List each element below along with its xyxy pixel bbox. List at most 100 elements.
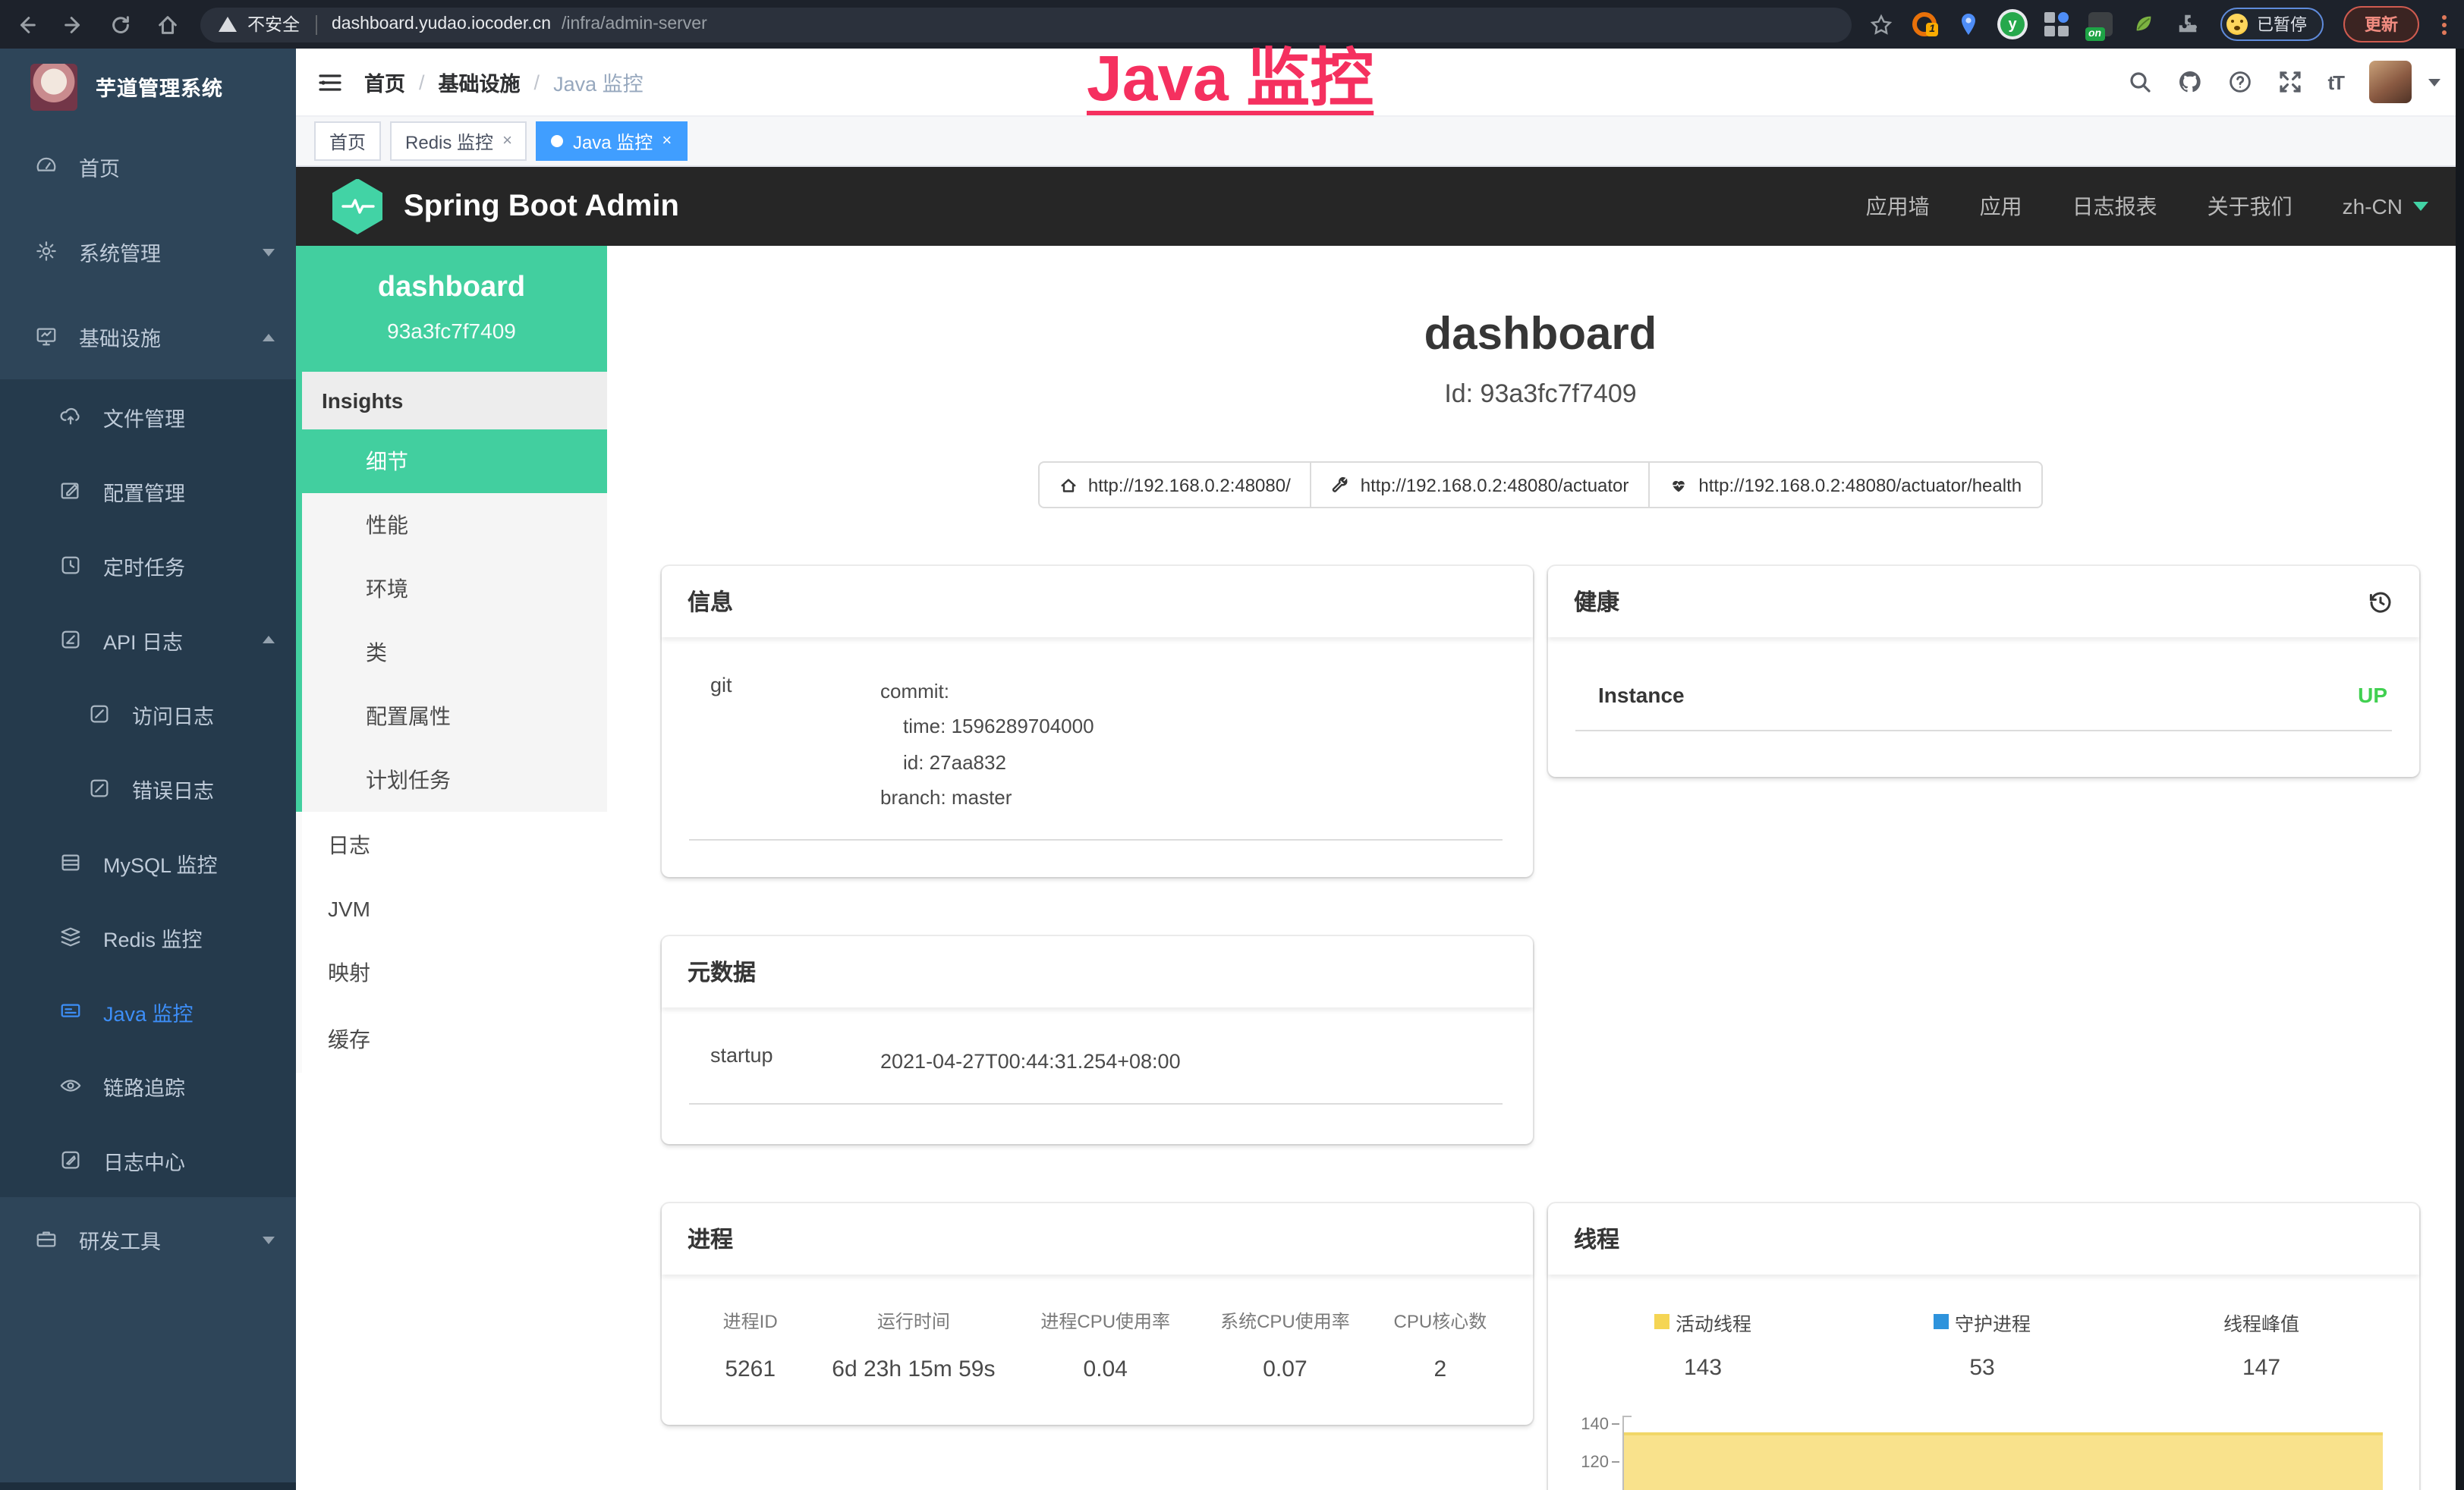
sba-item-caches[interactable]: 缓存: [296, 1006, 607, 1073]
sba-nav-applications[interactable]: 应用: [1980, 191, 2022, 222]
sba-item-mappings[interactable]: 映射: [296, 939, 607, 1006]
caret-down-icon: [2413, 202, 2428, 211]
sidebar-item-infra[interactable]: 基础设施: [0, 294, 296, 379]
system-cpu-value: 0.07: [1195, 1356, 1375, 1382]
sba-item-classes[interactable]: 类: [302, 621, 607, 684]
sba-app-name: dashboard: [305, 272, 598, 305]
startup-value: 2021-04-27T00:44:31.254+08:00: [880, 1043, 1181, 1080]
extension-grid-icon[interactable]: [2044, 12, 2069, 36]
extension-orange-icon[interactable]: 1: [1912, 12, 1937, 36]
screen: 不安全 dashboard.yudao.iocoder.cn/infra/adm…: [0, 0, 2464, 1490]
sidebar-item-mysql-monitor[interactable]: MySQL 监控: [0, 825, 296, 900]
startup-row: startup 2021-04-27T00:44:31.254+08:00: [689, 1040, 1503, 1105]
live-threads-area-series: [1624, 1432, 2383, 1490]
sidebar-item-file-management[interactable]: 文件管理: [0, 379, 296, 454]
window-right-edge: [2456, 49, 2464, 1490]
sidebar-fold-icon[interactable]: [317, 69, 343, 95]
spring-boot-admin: Spring Boot Admin 应用墙 应用 日志报表 关于我们 zh-CN: [296, 167, 2464, 1490]
sba-header: Spring Boot Admin 应用墙 应用 日志报表 关于我们 zh-CN: [296, 167, 2464, 246]
sidebar-item-dev-tools[interactable]: 研发工具: [0, 1197, 296, 1282]
blue-swatch-icon: [1934, 1315, 1949, 1330]
extensions-puzzle-icon[interactable]: [2176, 12, 2201, 36]
fullscreen-icon[interactable]: [2277, 70, 2302, 94]
forward-icon[interactable]: [62, 13, 85, 36]
help-circle-icon[interactable]: [2227, 70, 2252, 94]
eye-icon: [59, 1073, 83, 1098]
sidebar-item-log-center[interactable]: 日志中心: [0, 1123, 296, 1197]
close-tag-icon[interactable]: ×: [502, 132, 512, 150]
sba-nav-about[interactable]: 关于我们: [2208, 191, 2292, 222]
chevron-down-icon: [263, 1236, 275, 1243]
monitor-icon: [35, 325, 59, 349]
sidebar-item-scheduled-jobs[interactable]: 定时任务: [0, 528, 296, 602]
sidebar-item-system[interactable]: 系统管理: [0, 209, 296, 294]
pencil-square-icon: [59, 1148, 83, 1172]
threads-legend: 活动线程 143 守护进程 53 线程峰值: [1563, 1308, 2401, 1381]
bookmark-star-icon[interactable]: [1870, 13, 1893, 36]
tag-redis-monitor[interactable]: Redis 监控 ×: [390, 121, 527, 161]
extension-dark-icon[interactable]: on: [2088, 12, 2113, 36]
extension-y-icon[interactable]: y: [2000, 12, 2025, 36]
user-avatar[interactable]: [2369, 61, 2412, 103]
instance-health-row: Instance UP: [1575, 677, 2392, 731]
sba-item-config-props[interactable]: 配置属性: [302, 684, 607, 748]
sba-item-logs[interactable]: 日志: [296, 812, 607, 879]
extension-pin-icon[interactable]: [1956, 12, 1981, 36]
search-icon[interactable]: [2127, 70, 2151, 94]
avatar-caret-down-icon[interactable]: [2428, 78, 2440, 86]
process-table-header: 进程ID 运行时间 进程CPU使用率 系统CPU使用率 CPU核心数: [689, 1308, 1506, 1334]
sba-item-jvm[interactable]: JVM: [296, 879, 607, 939]
health-card-title: 健康: [1574, 586, 1619, 618]
reload-icon[interactable]: [109, 13, 132, 36]
back-icon[interactable]: [15, 13, 38, 36]
close-tag-icon[interactable]: ×: [662, 132, 672, 150]
sidebar-item-access-logs[interactable]: 访问日志: [0, 677, 296, 751]
sidebar-item-error-logs[interactable]: 错误日志: [0, 751, 296, 825]
address-bar[interactable]: 不安全 dashboard.yudao.iocoder.cn/infra/adm…: [200, 7, 1852, 42]
chevron-down-icon: [263, 248, 275, 256]
endpoint-health-button[interactable]: http://192.168.0.2:48080/actuator/health: [1648, 461, 2043, 508]
gear-icon: [35, 240, 59, 264]
breadcrumb-home[interactable]: 首页: [364, 67, 405, 97]
app-logo-row[interactable]: 芋道管理系统: [0, 49, 296, 124]
threads-area-chart: 140 120 100: [1563, 1407, 2401, 1490]
sba-locale-select[interactable]: zh-CN: [2343, 194, 2428, 218]
tag-java-monitor[interactable]: Java 监控 ×: [537, 121, 687, 161]
sidebar-item-tracing[interactable]: 链路追踪: [0, 1048, 296, 1123]
update-button[interactable]: 更新: [2343, 6, 2419, 42]
cloud-upload-icon: [59, 404, 83, 429]
sidebar-item-home[interactable]: 首页: [0, 124, 296, 209]
endpoint-actuator-button[interactable]: http://192.168.0.2:48080/actuator: [1311, 461, 1651, 508]
sidebar-item-config-management[interactable]: 配置管理: [0, 454, 296, 528]
edit-icon: [59, 479, 83, 503]
sba-item-environment[interactable]: 环境: [302, 557, 607, 621]
paused-extension-pill[interactable]: 已暂停: [2220, 8, 2324, 41]
home-icon[interactable]: [156, 13, 179, 36]
extension-leaf-icon[interactable]: [2132, 12, 2157, 36]
sidebar-item-redis-monitor[interactable]: Redis 监控: [0, 900, 296, 974]
breadcrumb: 首页 / 基础设施 / Java 监控: [364, 67, 644, 97]
github-icon[interactable]: [2177, 70, 2201, 94]
sidebar-item-java-monitor[interactable]: Java 监控: [0, 974, 296, 1048]
url-divider: [315, 14, 316, 34]
breadcrumb-infra[interactable]: 基础设施: [439, 67, 521, 97]
font-size-icon[interactable]: tT: [2327, 71, 2343, 93]
sba-sidebar: dashboard 93a3fc7f7409 Insights 细节 性能 环境…: [296, 246, 607, 1490]
sba-item-metrics[interactable]: 性能: [302, 493, 607, 557]
browser-menu-kebab-icon[interactable]: [2439, 14, 2450, 34]
tag-home[interactable]: 首页: [314, 121, 381, 161]
gauge-icon: [35, 155, 59, 179]
history-icon[interactable]: [2368, 589, 2393, 615]
active-tag-dot: [552, 135, 564, 147]
sba-nav-wallboard[interactable]: 应用墙: [1866, 191, 1930, 222]
sidebar-item-api-logs[interactable]: API 日志: [0, 602, 296, 677]
annotation-java-monitor: Java 监控: [1087, 27, 1374, 120]
endpoint-home-button[interactable]: http://192.168.0.2:48080/: [1038, 461, 1312, 508]
emoji-face-icon: [2226, 14, 2248, 35]
metadata-card: 元数据 startup 2021-04-27T00:44:31.254+08:0…: [662, 935, 1533, 1144]
live-threads-value: 143: [1684, 1355, 1722, 1381]
sba-item-details[interactable]: 细节: [302, 429, 607, 493]
sba-nav-journal[interactable]: 日志报表: [2072, 191, 2157, 222]
sba-item-scheduled-tasks[interactable]: 计划任务: [302, 748, 607, 812]
sba-brand[interactable]: Spring Boot Admin: [404, 189, 679, 224]
